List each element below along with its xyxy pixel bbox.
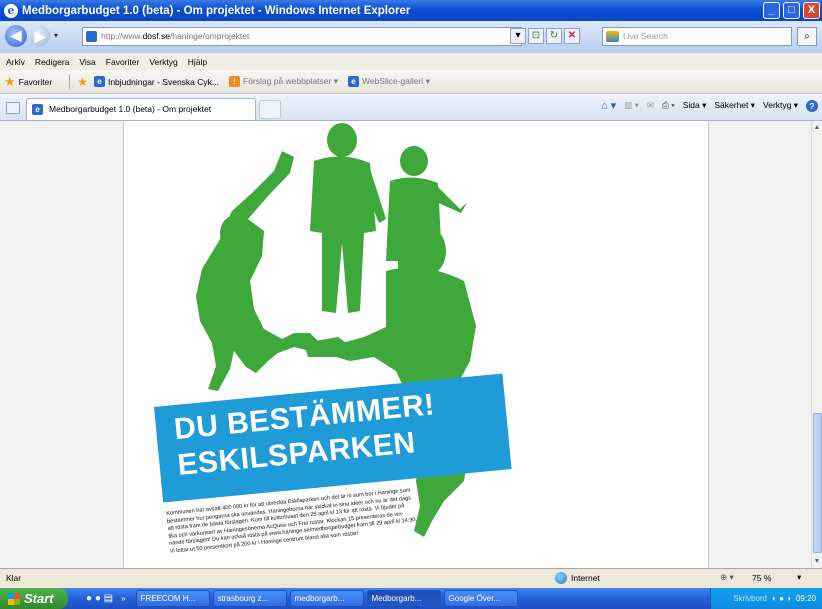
status-text: Klar bbox=[6, 573, 22, 583]
system-tray: Skrivbord ◐ ● ◑ 09:20 bbox=[710, 588, 822, 609]
taskbar-button-medborgarb-doc[interactable]: medborgarb... bbox=[289, 590, 364, 607]
tray-desktop-label[interactable]: Skrivbord bbox=[733, 594, 767, 603]
tray-icons[interactable]: ◐ ● ◑ bbox=[772, 594, 791, 603]
ie-page-icon: e bbox=[347, 76, 359, 87]
menu-favoriter[interactable]: Favoriter bbox=[106, 57, 140, 67]
quick-tabs-icon[interactable] bbox=[6, 102, 20, 114]
fav-item-inbjudningar[interactable]: e Inbjudningar - Svenska Cyk... bbox=[93, 76, 219, 87]
internet-zone-icon bbox=[555, 572, 567, 584]
silhouette-person-left-walker bbox=[310, 123, 386, 313]
status-bar: Klar Internet ⊕ ▾ 75 % ▾ bbox=[0, 568, 822, 588]
menu-redigera[interactable]: Redigera bbox=[35, 57, 70, 67]
menu-hjalp[interactable]: Hjälp bbox=[188, 57, 207, 67]
compat-view-button[interactable]: ⊡ bbox=[528, 28, 544, 44]
url-domain: dosf.se bbox=[142, 31, 170, 41]
taskbar-button-freecom[interactable]: FREECOM H... bbox=[135, 590, 210, 607]
separator bbox=[69, 74, 71, 89]
silhouette-person-left-dancer bbox=[196, 151, 320, 391]
suggested-sites-icon: ! bbox=[229, 76, 240, 87]
ie-logo-icon: e bbox=[4, 3, 18, 18]
taskbar: Start ● ● ▤ » FREECOM H... strasbourg z.… bbox=[0, 588, 822, 609]
menu-sida[interactable]: Sida ▾ bbox=[683, 100, 707, 111]
print-icon[interactable]: ⎙ ▾ bbox=[662, 100, 675, 111]
zoom-level[interactable]: 75 % bbox=[752, 573, 771, 583]
menu-verktyg[interactable]: Verktyg bbox=[149, 57, 177, 67]
refresh-button[interactable]: ↻ bbox=[546, 28, 562, 44]
favorites-bar: ★ Favoriter ★ e Inbjudningar - Svenska C… bbox=[0, 70, 822, 94]
search-icon[interactable]: ⌕ bbox=[797, 27, 817, 46]
tab-row: e Medborgarbudget 1.0 (beta) - Om projek… bbox=[0, 94, 822, 121]
help-icon[interactable]: ? bbox=[806, 99, 818, 112]
fav-item-label: Förslag på webbplatser ▾ bbox=[243, 76, 338, 86]
forward-button[interactable]: ▶ bbox=[30, 26, 50, 46]
tab-active[interactable]: e Medborgarbudget 1.0 (beta) - Om projek… bbox=[26, 98, 256, 120]
close-button[interactable]: X bbox=[803, 2, 820, 19]
menu-verktyg-cmd[interactable]: Verktyg ▾ bbox=[763, 100, 798, 111]
quicklaunch-expand-icon[interactable]: » bbox=[121, 594, 125, 603]
security-zone-label: Internet bbox=[571, 573, 600, 583]
url-path: /haninge/omprojektet bbox=[169, 31, 250, 41]
live-search-icon bbox=[606, 31, 619, 42]
ie-page-icon: e bbox=[32, 104, 43, 115]
star-icon: ★ bbox=[4, 73, 16, 89]
quicklaunch-icons[interactable]: ● ● ▤ bbox=[86, 593, 113, 604]
add-favorite-icon[interactable]: ★ bbox=[77, 75, 88, 89]
start-button[interactable]: Start bbox=[0, 588, 68, 609]
minimize-button[interactable]: _ bbox=[763, 2, 780, 19]
menu-arkiv[interactable]: Arkiv bbox=[6, 57, 25, 67]
feeds-icon[interactable]: ▧ ▾ bbox=[624, 100, 639, 111]
title-bar[interactable]: e Medborgarbudget 1.0 (beta) - Om projek… bbox=[0, 0, 822, 21]
page-border-right bbox=[708, 121, 709, 568]
zoom-dropdown-icon[interactable]: ▾ bbox=[797, 572, 801, 583]
back-button[interactable]: ◀ bbox=[5, 25, 27, 47]
address-field[interactable]: http://www.dosf.se/haninge/omprojektet bbox=[82, 27, 522, 46]
scroll-thumb[interactable] bbox=[813, 413, 822, 553]
maximize-button[interactable]: □ bbox=[783, 2, 800, 19]
search-placeholder: Live Search bbox=[623, 31, 668, 41]
address-dropdown-button[interactable]: ▾ bbox=[510, 28, 526, 44]
menu-sakerhet[interactable]: Säkerhet ▾ bbox=[714, 100, 755, 111]
navigation-bar: ◀ ▶ ▾ http://www.dosf.se/haninge/omproje… bbox=[0, 21, 822, 53]
history-dropdown-icon[interactable]: ▾ bbox=[54, 31, 58, 40]
menu-visa[interactable]: Visa bbox=[79, 57, 95, 67]
taskbar-button-google[interactable]: Google Över... bbox=[443, 590, 518, 607]
clock[interactable]: 09:20 bbox=[796, 594, 816, 603]
fav-item-webslice[interactable]: e WebSlice-galleri ▾ bbox=[347, 76, 430, 87]
new-tab-button[interactable] bbox=[259, 100, 281, 119]
protected-mode-icon[interactable]: ⊕ ▾ bbox=[720, 572, 734, 583]
url-prefix: http://www. bbox=[101, 31, 143, 41]
scroll-down-arrow[interactable]: ▼ bbox=[812, 557, 822, 567]
menu-bar: Arkiv Redigera Visa Favoriter Verktyg Hj… bbox=[0, 53, 822, 70]
content-area: DU BESTÄMMER! ESKILSPARKEN Kommunen har … bbox=[0, 121, 811, 568]
favorites-button[interactable]: ★ Favoriter bbox=[4, 74, 52, 90]
fav-item-label: WebSlice-galleri ▾ bbox=[361, 76, 430, 86]
search-input[interactable]: Live Search bbox=[602, 27, 792, 46]
home-icon[interactable]: ⌂ ▾ bbox=[601, 99, 616, 112]
tab-label: Medborgarbudget 1.0 (beta) - Om projekte… bbox=[49, 104, 212, 114]
start-label: Start bbox=[24, 591, 54, 606]
windows-logo-icon bbox=[8, 592, 20, 605]
poster-page: DU BESTÄMMER! ESKILSPARKEN Kommunen har … bbox=[124, 121, 708, 568]
fav-item-forslag[interactable]: ! Förslag på webbplatser ▾ bbox=[229, 76, 338, 87]
taskbar-button-strasbourg[interactable]: strasbourg z... bbox=[212, 590, 287, 607]
scroll-up-arrow[interactable]: ▲ bbox=[812, 123, 822, 133]
command-bar: ⌂ ▾ ▧ ▾ ✉ ⎙ ▾ Sida ▾ Säkerhet ▾ Verktyg … bbox=[601, 99, 818, 112]
page-icon bbox=[86, 31, 97, 42]
fav-item-label: Inbjudningar - Svenska Cyk... bbox=[107, 76, 219, 87]
window-title: Medborgarbudget 1.0 (beta) - Om projekte… bbox=[22, 4, 411, 17]
vertical-scrollbar[interactable]: ▲ ▼ bbox=[811, 121, 822, 568]
favorites-label: Favoriter bbox=[18, 76, 53, 87]
taskbar-button-medborgarb-ie[interactable]: Medborgarb... bbox=[366, 590, 441, 607]
mail-icon[interactable]: ✉ bbox=[647, 100, 654, 111]
ie-page-icon: e bbox=[93, 76, 105, 87]
stop-button[interactable]: ✕ bbox=[564, 28, 580, 44]
